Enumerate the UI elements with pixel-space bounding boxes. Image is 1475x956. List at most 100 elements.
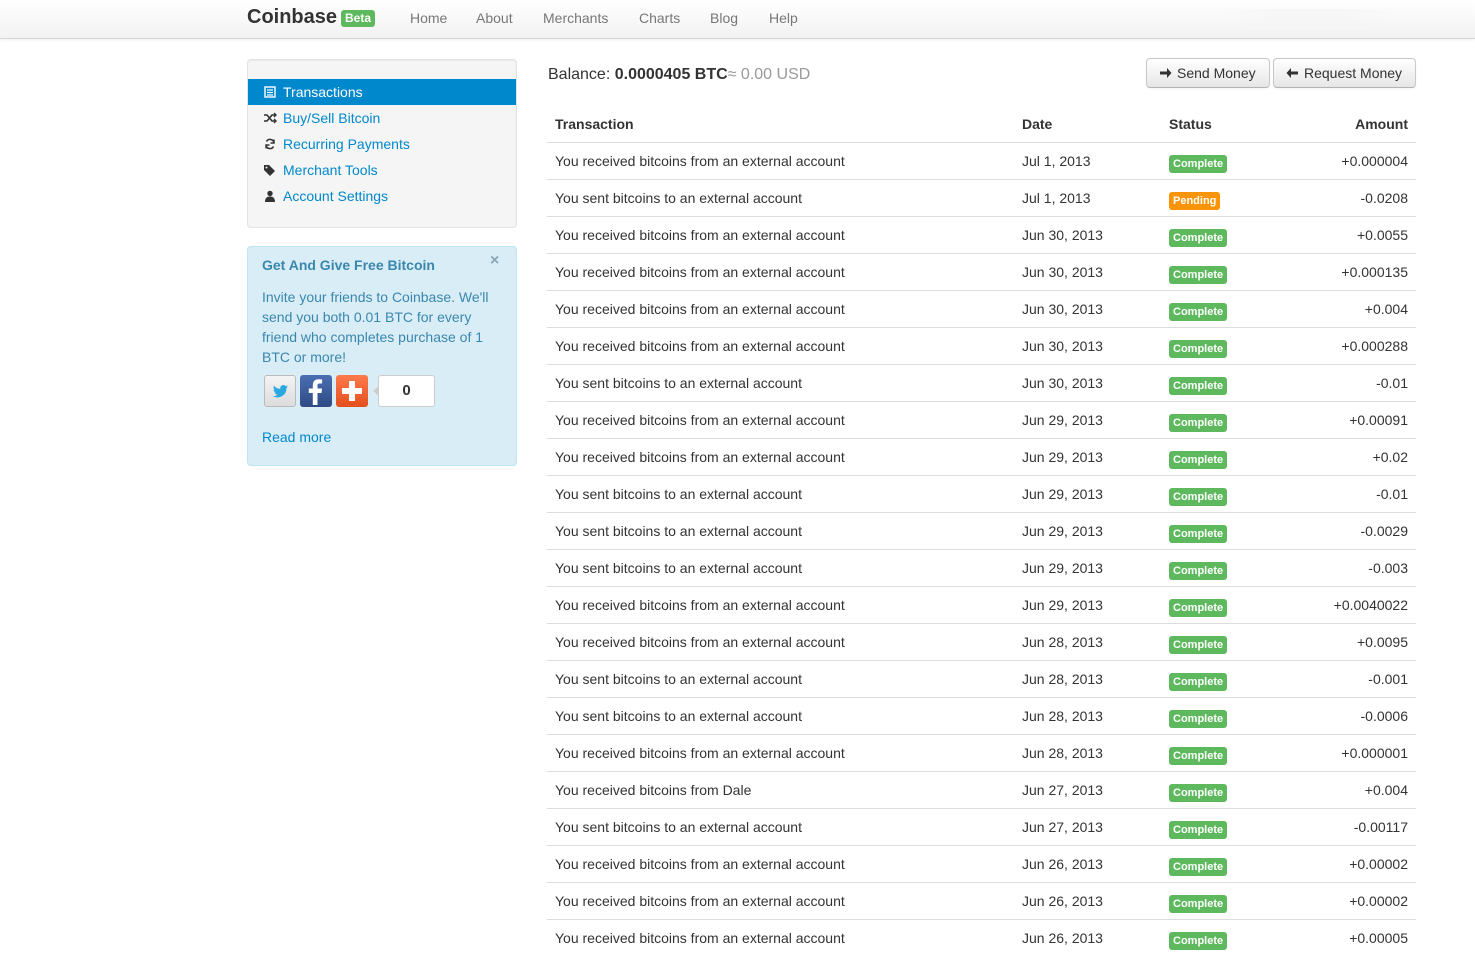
transaction-amount: +0.02 bbox=[1372, 449, 1408, 465]
transaction-date: Jun 30, 2013 bbox=[1022, 227, 1103, 243]
transaction-description: You received bitcoins from an external a… bbox=[555, 745, 845, 761]
transaction-description: You received bitcoins from an external a… bbox=[555, 227, 845, 243]
transaction-amount: +0.0095 bbox=[1357, 634, 1408, 650]
status-cell: Complete bbox=[1169, 561, 1228, 580]
transaction-description: You sent bitcoins to an external account bbox=[555, 190, 802, 206]
transaction-date: Jun 29, 2013 bbox=[1022, 597, 1103, 613]
transaction-description: You sent bitcoins to an external account bbox=[555, 523, 802, 539]
transaction-description: You received bitcoins from an external a… bbox=[555, 338, 845, 354]
shuffle-icon bbox=[263, 105, 277, 131]
table-row[interactable]: You sent bitcoins to an external account… bbox=[547, 179, 1416, 216]
table-row[interactable]: You received bitcoins from an external a… bbox=[547, 623, 1416, 660]
status-cell: Complete bbox=[1169, 524, 1228, 543]
request-money-button[interactable]: Request Money bbox=[1273, 58, 1416, 88]
table-row[interactable]: You sent bitcoins to an external account… bbox=[547, 475, 1416, 512]
table-row[interactable]: You received bitcoins from an external a… bbox=[547, 290, 1416, 327]
transaction-description: You sent bitcoins to an external account bbox=[555, 671, 802, 687]
column-header-amount[interactable]: Amount bbox=[1355, 116, 1408, 132]
arrow-right-icon bbox=[1159, 59, 1172, 96]
table-header: Transaction Date Status Amount bbox=[547, 106, 1416, 142]
status-badge: Complete bbox=[1169, 229, 1228, 247]
transaction-amount: +0.00002 bbox=[1349, 856, 1408, 872]
status-badge: Complete bbox=[1169, 747, 1228, 765]
balance-display: Balance: 0.0000405 BTC≈ 0.00 USD bbox=[548, 66, 810, 84]
table-row[interactable]: You received bitcoins from an external a… bbox=[547, 845, 1416, 882]
transaction-amount: +0.00091 bbox=[1349, 412, 1408, 428]
table-row[interactable]: You sent bitcoins to an external account… bbox=[547, 512, 1416, 549]
read-more-link[interactable]: Read more bbox=[262, 429, 331, 445]
nav-blog[interactable]: Blog bbox=[710, 10, 738, 26]
table-row[interactable]: You sent bitcoins to an external account… bbox=[547, 364, 1416, 401]
table-row[interactable]: You sent bitcoins to an external account… bbox=[547, 697, 1416, 734]
table-row[interactable]: You sent bitcoins to an external account… bbox=[547, 660, 1416, 697]
transaction-amount: +0.0055 bbox=[1357, 227, 1408, 243]
brand-logo[interactable]: Coinbase bbox=[247, 6, 337, 29]
transaction-amount: +0.00002 bbox=[1349, 893, 1408, 909]
status-cell: Complete bbox=[1169, 783, 1228, 802]
transaction-date: Jun 28, 2013 bbox=[1022, 708, 1103, 724]
table-row[interactable]: You received bitcoins from an external a… bbox=[547, 586, 1416, 623]
status-badge: Complete bbox=[1169, 784, 1228, 802]
column-header-date[interactable]: Date bbox=[1022, 116, 1052, 132]
table-row[interactable]: You received bitcoins from an external a… bbox=[547, 919, 1416, 956]
table-row[interactable]: You received bitcoins from Dale Jun 27, 2… bbox=[547, 771, 1416, 808]
share-count: 0 bbox=[373, 375, 435, 407]
transaction-date: Jun 26, 2013 bbox=[1022, 893, 1103, 909]
column-header-transaction[interactable]: Transaction bbox=[555, 116, 634, 132]
nav-about[interactable]: About bbox=[476, 10, 513, 26]
table-row[interactable]: You received bitcoins from an external a… bbox=[547, 734, 1416, 771]
nav-charts[interactable]: Charts bbox=[639, 10, 680, 26]
column-header-status[interactable]: Status bbox=[1169, 116, 1212, 132]
send-money-button[interactable]: Send Money bbox=[1146, 58, 1270, 88]
status-badge: Complete bbox=[1169, 377, 1228, 395]
table-row[interactable]: You received bitcoins from an external a… bbox=[547, 142, 1416, 179]
transaction-description: You sent bitcoins to an external account bbox=[555, 375, 802, 391]
status-cell: Complete bbox=[1169, 487, 1228, 506]
transaction-amount: -0.00117 bbox=[1353, 819, 1408, 835]
transaction-description: You received bitcoins from an external a… bbox=[555, 634, 845, 650]
arrow-left-icon bbox=[1286, 59, 1299, 96]
table-row[interactable]: You received bitcoins from an external a… bbox=[547, 216, 1416, 253]
transaction-amount: -0.003 bbox=[1368, 560, 1408, 576]
twitter-share-button[interactable] bbox=[264, 375, 296, 407]
transaction-amount: -0.0029 bbox=[1360, 523, 1408, 539]
tags-icon bbox=[263, 157, 277, 183]
table-row[interactable]: You received bitcoins from an external a… bbox=[547, 438, 1416, 475]
sidebar-item-account-settings[interactable]: Account Settings bbox=[248, 183, 516, 209]
status-badge: Complete bbox=[1169, 525, 1228, 543]
status-cell: Complete bbox=[1169, 635, 1228, 654]
table-row[interactable]: You received bitcoins from an external a… bbox=[547, 253, 1416, 290]
close-icon[interactable]: × bbox=[490, 252, 499, 270]
status-badge: Complete bbox=[1169, 821, 1228, 839]
transaction-description: You sent bitcoins to an external account bbox=[555, 486, 802, 502]
table-row[interactable]: You received bitcoins from an external a… bbox=[547, 401, 1416, 438]
nav-home[interactable]: Home bbox=[410, 10, 447, 26]
transaction-amount: -0.0208 bbox=[1360, 190, 1408, 206]
status-cell: Complete bbox=[1169, 746, 1228, 765]
status-badge: Complete bbox=[1169, 673, 1228, 691]
nav-help[interactable]: Help bbox=[769, 10, 798, 26]
sidebar-item-merchant-tools[interactable]: Merchant Tools bbox=[248, 157, 516, 183]
transaction-date: Jun 30, 2013 bbox=[1022, 338, 1103, 354]
status-badge: Complete bbox=[1169, 266, 1228, 284]
plus-icon bbox=[342, 381, 362, 401]
transaction-date: Jun 30, 2013 bbox=[1022, 264, 1103, 280]
addthis-share-button[interactable] bbox=[336, 375, 368, 407]
facebook-share-button[interactable] bbox=[300, 375, 332, 407]
table-row[interactable]: You sent bitcoins to an external account… bbox=[547, 549, 1416, 586]
transactions-table: Transaction Date Status Amount You recei… bbox=[547, 106, 1416, 956]
sidebar-item-recurring-payments[interactable]: Recurring Payments bbox=[248, 131, 516, 157]
sidebar-item-transactions[interactable]: Transactions bbox=[248, 79, 516, 105]
table-row[interactable]: You received bitcoins from an external a… bbox=[547, 882, 1416, 919]
table-row[interactable]: You received bitcoins from an external a… bbox=[547, 327, 1416, 364]
promo-title: Get And Give Free Bitcoin bbox=[262, 257, 435, 273]
sidebar-item-buy-sell[interactable]: Buy/Sell Bitcoin bbox=[248, 105, 516, 131]
transaction-date: Jun 28, 2013 bbox=[1022, 745, 1103, 761]
table-row[interactable]: You sent bitcoins to an external account… bbox=[547, 808, 1416, 845]
nav-merchants[interactable]: Merchants bbox=[543, 10, 608, 26]
send-money-label: Send Money bbox=[1177, 65, 1256, 81]
status-badge: Complete bbox=[1169, 451, 1228, 469]
sidebar-nav: Transactions Buy/Sell Bitcoin Recurring … bbox=[247, 59, 517, 228]
transaction-description: You received bitcoins from an external a… bbox=[555, 930, 845, 946]
status-cell: Complete bbox=[1169, 228, 1228, 247]
